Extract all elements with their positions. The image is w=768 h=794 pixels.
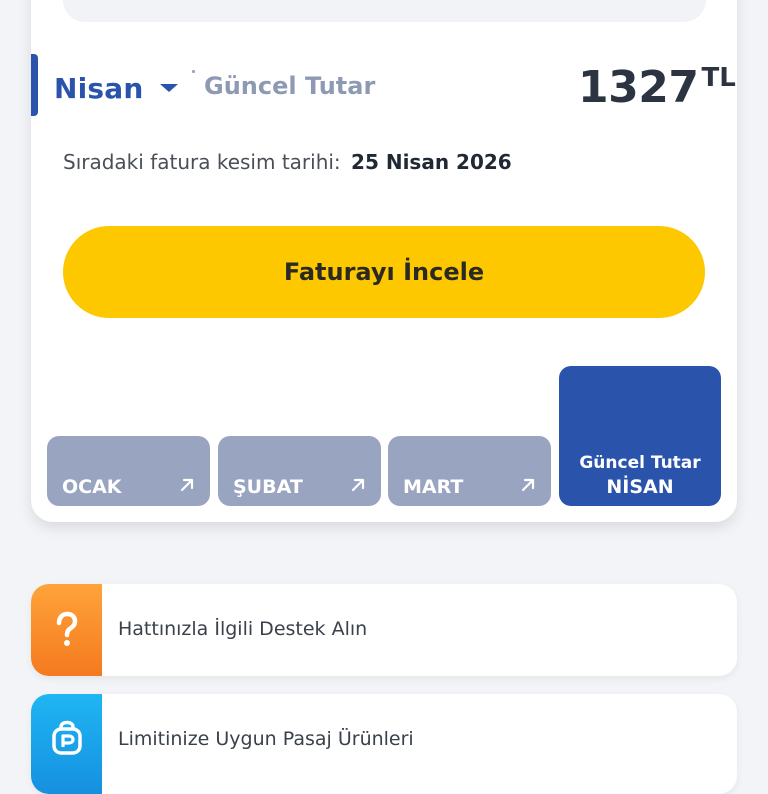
amount-currency: TL	[701, 63, 736, 93]
selection-accent-bar	[31, 54, 38, 116]
month-selector[interactable]: Nisan	[54, 68, 178, 108]
month-selector-label: Nisan	[54, 71, 144, 105]
arrow-up-right-icon	[180, 478, 194, 492]
list-item-label: Limitinize Uygun Pasaj Ürünleri	[118, 728, 414, 750]
view-invoice-button[interactable]: Faturayı İncele	[63, 226, 705, 318]
current-amount-label: Güncel Tutar	[204, 72, 376, 100]
amount: 1327 TL	[578, 60, 736, 116]
next-invoice-prefix: Sıradaki fatura kesim tarihi:	[63, 150, 341, 174]
list-item-pasaj[interactable]: Limitinize Uygun Pasaj Ürünleri	[31, 694, 737, 794]
arrow-up-right-icon	[351, 478, 365, 492]
month-tile-label: ŞUBAT	[233, 476, 303, 498]
next-invoice-date: Sıradaki fatura kesim tarihi: 25 Nisan 2…	[63, 150, 512, 174]
pasaj-icon	[31, 694, 102, 794]
month-tile-label: OCAK	[62, 476, 122, 498]
chevron-down-icon	[159, 84, 178, 92]
list-item-support[interactable]: Hattınızla İlgili Destek Alın	[31, 584, 737, 676]
month-tile-nisan-active[interactable]: Güncel Tutar NİSAN	[559, 366, 721, 506]
month-tile-subat[interactable]: ŞUBAT	[218, 436, 381, 506]
list-item-label: Hattınızla İlgili Destek Alın	[118, 618, 368, 640]
active-tile-sublabel: Güncel Tutar	[579, 453, 701, 473]
month-tile-ocak[interactable]: OCAK	[47, 436, 210, 506]
separator-mark	[192, 70, 195, 73]
month-tile-label: MART	[403, 476, 464, 498]
amount-value: 1327	[578, 62, 699, 113]
question-mark-icon	[31, 584, 102, 676]
active-tile-label: NİSAN	[606, 476, 674, 498]
arrow-up-right-icon	[521, 478, 535, 492]
top-field[interactable]	[63, 0, 706, 22]
next-invoice-date-value: 25 Nisan 2026	[351, 150, 512, 174]
month-tile-mart[interactable]: MART	[388, 436, 551, 506]
